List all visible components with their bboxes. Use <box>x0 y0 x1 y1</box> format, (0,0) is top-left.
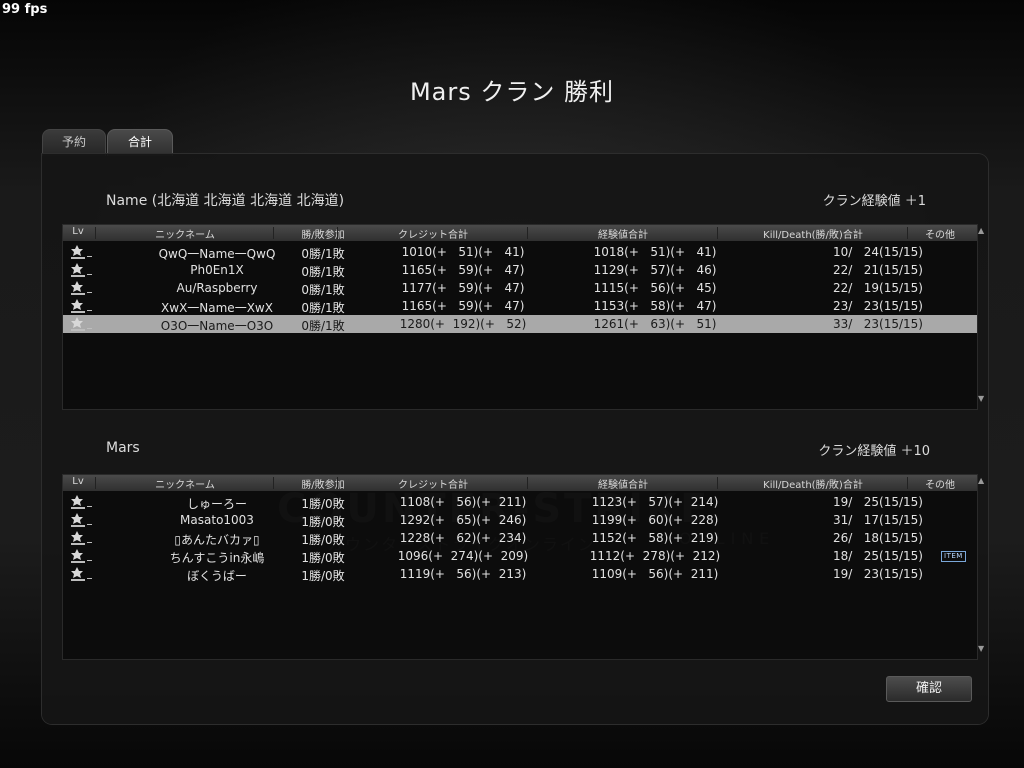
kill-death-cell: 33/ 23(15/15) <box>833 317 923 331</box>
col-exp: 経験値合計 <box>598 480 648 491</box>
win-loss-cell: 1勝/0敗 <box>301 533 345 547</box>
exp-cell: 1123(+ 57)(+ 214) <box>591 495 719 509</box>
col-kd: Kill/Death(勝/敗)合計 <box>763 480 863 491</box>
col-nick: ニックネーム <box>155 230 215 241</box>
table-row[interactable]: Masato1003 1勝/0敗 1292(+ 65)(+ 246) 1199(+ 6… <box>63 511 977 529</box>
team1-scroll-up[interactable]: ▲ <box>978 226 988 235</box>
rank-icon <box>69 280 93 296</box>
kill-death-cell: 26/ 18(15/15) <box>833 531 923 545</box>
team1-clan-exp: クラン経験値 ＋1 <box>822 194 926 209</box>
team2-title: Mars <box>106 440 140 456</box>
table-row[interactable]: XwX一Name一XwX 0勝/1敗 1165(+ 59)(+ 47) 1153(+ … <box>63 297 977 315</box>
kill-death-cell: 10/ 24(15/15) <box>833 245 923 259</box>
fps-counter: 99 fps <box>2 2 48 17</box>
table-row[interactable]: ▯あんたバカァ▯ 1勝/0敗 1228(+ 62)(+ 234) 1152(+ 58)… <box>63 529 977 547</box>
table-row[interactable]: ちんすこうin永嶋 1勝/0敗 1096(+ 274)(+ 209) 1112(+ 2… <box>63 547 977 565</box>
credit-cell: 1096(+ 274)(+ 209) <box>397 549 529 563</box>
team2-scroll-down[interactable]: ▼ <box>978 644 988 653</box>
credit-cell: 1108(+ 56)(+ 211) <box>399 495 527 509</box>
team1-table: Lv ニックネーム 勝/敗参加 クレジット合計 経験値合計 Kill/Death… <box>62 224 978 410</box>
win-loss-cell: 0勝/1敗 <box>301 319 345 333</box>
credit-cell: 1165(+ 59)(+ 47) <box>401 263 525 277</box>
col-exp: 経験値合計 <box>598 230 648 241</box>
exp-cell: 1129(+ 57)(+ 46) <box>593 263 717 277</box>
col-other: その他 <box>925 480 955 491</box>
table-row[interactable]: Au/Raspberry 0勝/1敗 1177(+ 59)(+ 47) 1115(+ … <box>63 279 977 297</box>
kill-death-cell: 23/ 23(15/15) <box>833 299 923 313</box>
exp-cell: 1153(+ 58)(+ 47) <box>593 299 717 313</box>
team2-clan-exp: クラン経験値 ＋10 <box>818 444 930 459</box>
rank-icon <box>69 566 93 582</box>
col-other: その他 <box>925 230 955 241</box>
credit-cell: 1165(+ 59)(+ 47) <box>401 299 525 313</box>
table-row[interactable]: O3O一Name一O3O 0勝/1敗 1280(+ 192)(+ 52) 1261(+… <box>63 315 977 333</box>
tab-total[interactable]: 合計 <box>107 129 173 156</box>
team2-table: Lv ニックネーム 勝/敗参加 クレジット合計 経験値合計 Kill/Death… <box>62 474 978 660</box>
win-loss-cell: 0勝/1敗 <box>301 283 345 297</box>
rank-icon <box>69 298 93 314</box>
col-credit: クレジット合計 <box>398 480 468 491</box>
exp-cell: 1109(+ 56)(+ 211) <box>591 567 719 581</box>
page-title: Mars クラン 勝利 <box>409 78 615 106</box>
win-loss-cell: 1勝/0敗 <box>301 551 345 565</box>
kill-death-cell: 22/ 21(15/15) <box>833 263 923 277</box>
exp-cell: 1018(+ 51)(+ 41) <box>593 245 717 259</box>
col-lv: Lv <box>72 476 84 487</box>
credit-cell: 1292(+ 65)(+ 246) <box>399 513 527 527</box>
table-row[interactable]: Ph0En1X 0勝/1敗 1165(+ 59)(+ 47) 1129(+ 57)(+… <box>63 261 977 279</box>
table-row[interactable]: QwQ一Name一QwQ 0勝/1敗 1010(+ 51)(+ 41) 1018(+ … <box>63 243 977 261</box>
rank-icon <box>69 244 93 260</box>
win-loss-cell: 0勝/1敗 <box>301 301 345 315</box>
credit-cell: 1010(+ 51)(+ 41) <box>401 245 525 259</box>
exp-cell: 1115(+ 56)(+ 45) <box>593 281 717 295</box>
exp-cell: 1261(+ 63)(+ 51) <box>593 317 717 331</box>
table-row[interactable]: ぼくうばー 1勝/0敗 1119(+ 56)(+ 213) 1109(+ 56)(+ … <box>63 565 977 583</box>
kill-death-cell: 22/ 19(15/15) <box>833 281 923 295</box>
rank-icon <box>69 548 93 564</box>
win-loss-cell: 1勝/0敗 <box>301 569 345 583</box>
col-lv: Lv <box>72 226 84 237</box>
results-panel: Name (北海道 北海道 北海道 北海道) クラン経験値 ＋1 Lv ニックネ… <box>42 154 988 724</box>
kill-death-cell: 19/ 23(15/15) <box>833 567 923 581</box>
credit-cell: 1280(+ 192)(+ 52) <box>399 317 527 331</box>
rank-icon <box>69 494 93 510</box>
team2-table-header: Lv ニックネーム 勝/敗参加 クレジット合計 経験値合計 Kill/Death… <box>63 475 977 491</box>
table-row[interactable]: しゅーろー 1勝/0敗 1108(+ 56)(+ 211) 1123(+ 57)(+ … <box>63 493 977 511</box>
rank-icon <box>69 262 93 278</box>
win-loss-cell: 1勝/0敗 <box>301 497 345 511</box>
credit-cell: 1119(+ 56)(+ 213) <box>399 567 527 581</box>
rank-icon <box>69 316 93 332</box>
team1-title: Name (北海道 北海道 北海道 北海道) <box>106 193 345 209</box>
rank-icon <box>69 530 93 546</box>
kill-death-cell: 19/ 25(15/15) <box>833 495 923 509</box>
exp-cell: 1152(+ 58)(+ 219) <box>591 531 719 545</box>
tab-reservation[interactable]: 予約 <box>42 129 106 156</box>
exp-cell: 1199(+ 60)(+ 228) <box>591 513 719 527</box>
win-loss-cell: 0勝/1敗 <box>301 247 345 261</box>
win-loss-cell: 0勝/1敗 <box>301 265 345 279</box>
exp-cell: 1112(+ 278)(+ 212) <box>589 549 721 563</box>
item-badge: ITEM <box>941 551 966 562</box>
col-kd: Kill/Death(勝/敗)合計 <box>763 230 863 241</box>
kill-death-cell: 18/ 25(15/15) <box>833 549 923 563</box>
team1-table-header: Lv ニックネーム 勝/敗参加 クレジット合計 経験値合計 Kill/Death… <box>63 225 977 241</box>
col-credit: クレジット合計 <box>398 230 468 241</box>
col-nick: ニックネーム <box>155 480 215 491</box>
credit-cell: 1228(+ 62)(+ 234) <box>399 531 527 545</box>
kill-death-cell: 31/ 17(15/15) <box>833 513 923 527</box>
win-loss-cell: 1勝/0敗 <box>301 515 345 529</box>
team1-scroll-down[interactable]: ▼ <box>978 394 988 403</box>
rank-icon <box>69 512 93 528</box>
team2-scroll-up[interactable]: ▲ <box>978 476 988 485</box>
credit-cell: 1177(+ 59)(+ 47) <box>401 281 525 295</box>
confirm-button[interactable]: 確認 <box>886 676 972 702</box>
